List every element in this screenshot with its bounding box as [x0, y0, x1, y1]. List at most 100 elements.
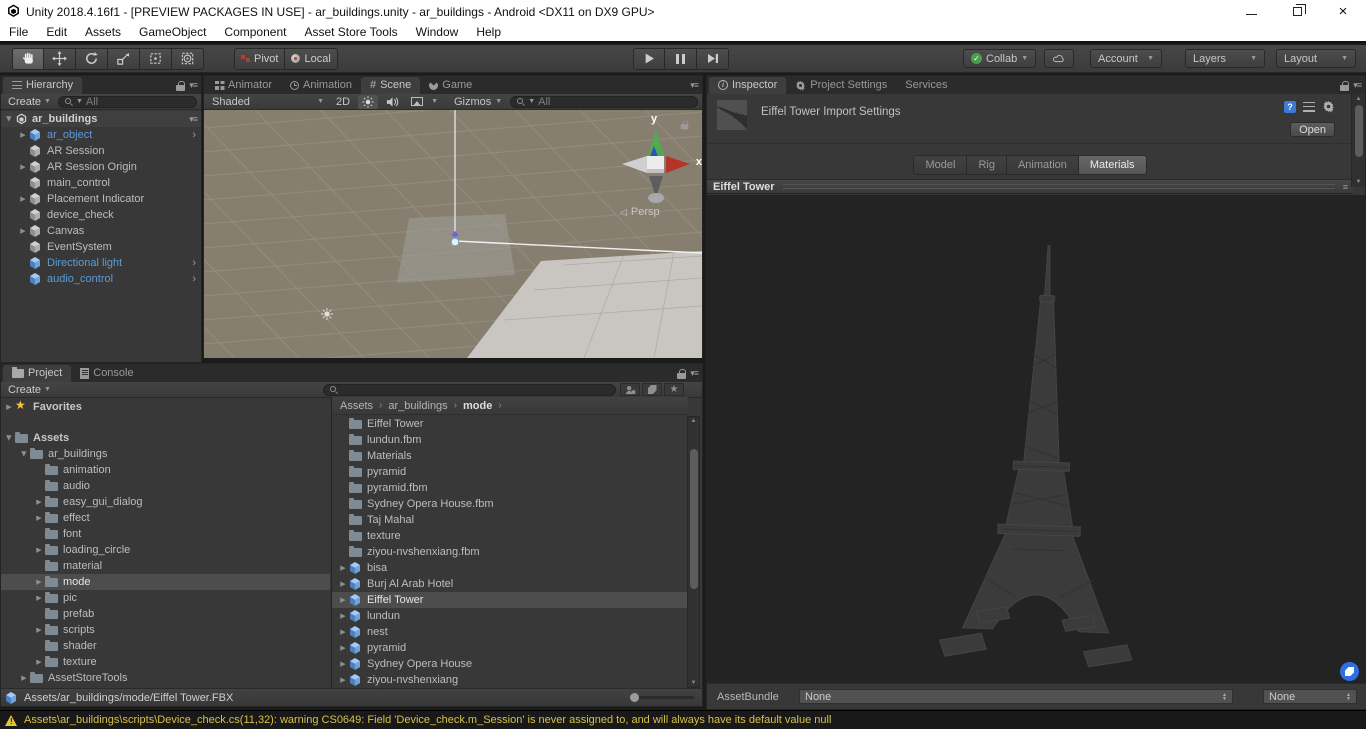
x-axis-label[interactable]: x: [696, 156, 702, 168]
tab-animation[interactable]: Animation: [281, 77, 361, 94]
expand-arrow-icon[interactable]: ▶: [17, 131, 29, 139]
expand-arrow-icon[interactable]: ▶: [33, 578, 45, 586]
local-toggle-button[interactable]: Local: [285, 48, 337, 70]
effects-caret-icon[interactable]: ▼: [431, 98, 438, 105]
rotate-tool-button[interactable]: [76, 48, 108, 70]
layout-dropdown[interactable]: Layout ▼: [1276, 49, 1356, 68]
toggle-2d-button[interactable]: 2D: [332, 95, 354, 109]
tab-rig[interactable]: Rig: [967, 155, 1007, 175]
move-tool-button[interactable]: [44, 48, 76, 70]
assetbundle-dropdown[interactable]: None ▲▼: [799, 689, 1233, 704]
search-by-type-button[interactable]: [620, 383, 640, 396]
breadcrumb-ar-buildings[interactable]: ar_buildings: [388, 400, 447, 412]
asset-item[interactable]: ▶ Eiffel Tower: [332, 592, 687, 608]
menu-component[interactable]: Component: [215, 23, 295, 41]
account-dropdown[interactable]: Account ▼: [1090, 49, 1162, 68]
expand-arrow-icon[interactable]: ▶: [33, 594, 45, 602]
scene-audio-button[interactable]: [382, 95, 403, 109]
label-tag-button[interactable]: [1340, 662, 1359, 681]
tree-item[interactable]: ▶ scripts: [1, 622, 330, 638]
tree-item[interactable]: ▶ Assets: [1, 430, 330, 446]
panel-menu-icon[interactable]: ▾≡: [189, 80, 197, 91]
pivot-toggle-button[interactable]: Pivot: [234, 48, 285, 70]
assetbundle-variant-dropdown[interactable]: None ▲▼: [1263, 689, 1357, 704]
play-button[interactable]: [633, 48, 665, 70]
expand-arrow-icon[interactable]: ▶: [337, 580, 349, 588]
asset-item[interactable]: ▶ ziyou-nvshenxiang.fbm: [332, 544, 687, 560]
tree-item[interactable]: ▶ Favorites: [1, 399, 330, 415]
tree-item[interactable]: ▶ prefab: [1, 606, 330, 622]
tree-item[interactable]: ▶ animation: [1, 462, 330, 478]
preview-header[interactable]: Eiffel Tower ≡: [707, 179, 1353, 194]
tree-item[interactable]: ▶ AssetStoreTools: [1, 670, 330, 686]
lock-icon[interactable]: [677, 369, 686, 379]
expand-arrow-icon[interactable]: ▶: [33, 658, 45, 666]
presets-icon[interactable]: [1303, 102, 1315, 112]
scroll-down-icon[interactable]: ▼: [1356, 179, 1362, 185]
hierarchy-item[interactable]: ▶ Directional light ›: [1, 255, 201, 271]
tree-item[interactable]: ▶ audio: [1, 478, 330, 494]
tree-item[interactable]: ▶ loading_circle: [1, 542, 330, 558]
breadcrumb-assets[interactable]: Assets: [340, 400, 373, 412]
hierarchy-item[interactable]: ▶ device_check ›: [1, 207, 201, 223]
tree-item[interactable]: ▶ ar_buildings: [1, 446, 330, 462]
inspector-scrollbar[interactable]: ▲ ▼: [1351, 94, 1365, 187]
scene-viewport[interactable]: y x ◁ Persp: [204, 110, 702, 358]
expand-arrow-icon[interactable]: ▶: [3, 403, 15, 411]
asset-item[interactable]: ▶ Eiffel Tower: [332, 416, 687, 432]
collab-dropdown[interactable]: ✓ Collab ▼: [963, 49, 1036, 68]
tree-item[interactable]: ▶ mode: [1, 574, 330, 590]
tab-game[interactable]: Game: [420, 77, 481, 94]
open-button[interactable]: Open: [1290, 122, 1335, 137]
asset-item[interactable]: ▶ pyramid: [332, 464, 687, 480]
expand-arrow-icon[interactable]: ▶: [337, 612, 349, 620]
hierarchy-item[interactable]: ▶ EventSystem ›: [1, 239, 201, 255]
tab-hierarchy[interactable]: Hierarchy: [3, 77, 82, 94]
hierarchy-item[interactable]: ▶ Canvas ›: [1, 223, 201, 239]
scene-menu-icon[interactable]: ▾≡: [189, 114, 197, 125]
expand-arrow-icon[interactable]: ▶: [20, 448, 28, 460]
minimize-button[interactable]: [1228, 0, 1274, 23]
status-bar[interactable]: Assets\ar_buildings\scripts\Device_check…: [0, 710, 1366, 729]
tree-item[interactable]: ▶ shader: [1, 638, 330, 654]
project-search-input[interactable]: [323, 384, 616, 396]
chevron-right-icon[interactable]: ›: [192, 273, 196, 285]
tree-item[interactable]: ▶ easy_gui_dialog: [1, 494, 330, 510]
hierarchy-create-button[interactable]: Create ▼: [5, 96, 54, 108]
scrollbar-thumb[interactable]: [690, 449, 698, 589]
tab-project[interactable]: Project: [3, 365, 71, 382]
asset-item[interactable]: ▶ pyramid: [332, 640, 687, 656]
tab-project-settings[interactable]: Project Settings: [786, 77, 896, 94]
chevron-right-icon[interactable]: ›: [192, 257, 196, 269]
expand-arrow-icon[interactable]: ▶: [18, 674, 30, 682]
expand-arrow-icon[interactable]: ▶: [17, 195, 29, 203]
gizmo-lock-icon[interactable]: [681, 121, 689, 130]
expand-arrow-icon[interactable]: ▶: [337, 596, 349, 604]
hierarchy-item[interactable]: ▶ main_control ›: [1, 175, 201, 191]
layers-dropdown[interactable]: Layers ▼: [1185, 49, 1265, 68]
hierarchy-item[interactable]: ▶ audio_control ›: [1, 271, 201, 287]
expand-arrow-icon[interactable]: ▶: [337, 628, 349, 636]
tab-inspector[interactable]: i Inspector: [709, 77, 786, 94]
asset-item[interactable]: ▶ pyramid.fbm: [332, 480, 687, 496]
hand-tool-button[interactable]: [12, 48, 44, 70]
preview-handle-icon[interactable]: ≡: [1343, 182, 1347, 192]
tree-item[interactable]: ▶ material: [1, 558, 330, 574]
shading-mode-dropdown[interactable]: Shaded ▼: [208, 95, 328, 109]
hierarchy-item[interactable]: ▶ ar_object ›: [1, 127, 201, 143]
hierarchy-scene-row[interactable]: ▶ ar_buildings ▾≡: [1, 111, 201, 127]
expand-arrow-icon[interactable]: ▶: [33, 498, 45, 506]
menu-assets[interactable]: Assets: [76, 23, 130, 41]
expand-arrow-icon[interactable]: ▶: [33, 546, 45, 554]
expand-arrow-icon[interactable]: ▶: [17, 227, 29, 235]
model-preview[interactable]: [707, 195, 1366, 685]
expand-arrow-icon[interactable]: ▶: [337, 644, 349, 652]
expand-arrow-icon[interactable]: ▶: [337, 676, 349, 684]
hierarchy-item[interactable]: ▶ Placement Indicator ›: [1, 191, 201, 207]
projection-toggle[interactable]: ◁ Persp: [620, 206, 660, 218]
restore-button[interactable]: [1274, 0, 1320, 23]
expand-arrow-icon[interactable]: ▶: [337, 660, 349, 668]
tree-item[interactable]: ▶ effect: [1, 510, 330, 526]
tree-item[interactable]: ▶ font: [1, 526, 330, 542]
panel-menu-icon[interactable]: ▾≡: [690, 80, 698, 91]
